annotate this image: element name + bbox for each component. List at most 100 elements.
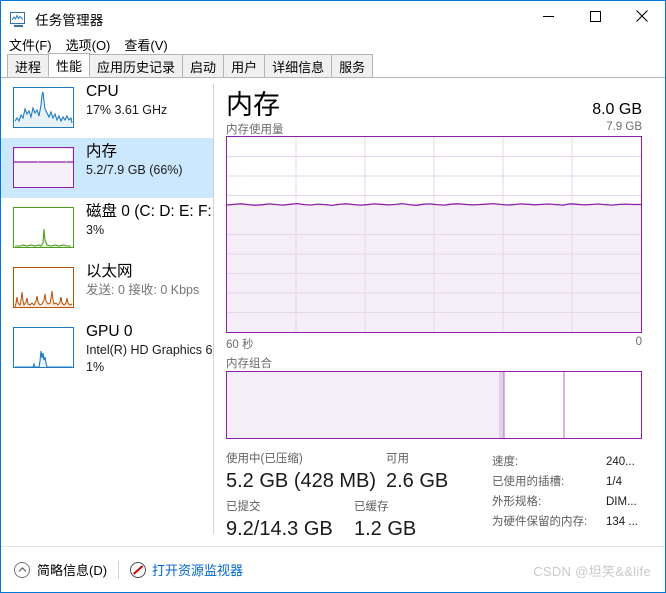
fewer-details-button[interactable]: 简略信息(D) bbox=[14, 560, 107, 579]
memory-composition-bar bbox=[226, 371, 642, 439]
sidebar-disk-title: 磁盘 0 (C: D: E: F: bbox=[86, 203, 212, 220]
tab-label: 应用历史记录 bbox=[97, 59, 176, 75]
sidebar-item-memory[interactable]: 内存 5.2/7.9 GB (66%) bbox=[1, 138, 213, 198]
minimize-button[interactable] bbox=[525, 1, 571, 31]
resource-monitor-icon bbox=[130, 561, 147, 578]
content-area: CPU 17% 3.61 GHz 内存 5.2/7.9 GB (66%) 磁盘 … bbox=[1, 78, 665, 588]
close-button[interactable] bbox=[619, 1, 665, 31]
usage-graph-ymax: 7.9 GB bbox=[606, 121, 642, 133]
value-available: 2.6 GB bbox=[386, 470, 449, 492]
sidebar-item-disk-0[interactable]: 磁盘 0 (C: D: E: F: 3% bbox=[1, 198, 213, 258]
sidebar-gpu-text: GPU 0 Intel(R) HD Graphics 6 1% bbox=[86, 322, 212, 376]
menu-view[interactable]: 查看(V) bbox=[124, 35, 167, 54]
usage-graph-x-left: 60 秒 bbox=[226, 339, 254, 351]
value-form-factor: DIM... bbox=[606, 496, 637, 508]
usage-graph-title: 内存使用量 bbox=[226, 124, 284, 136]
value-cached: 1.2 GB bbox=[354, 518, 417, 540]
sidebar-memory-title: 内存 bbox=[86, 143, 118, 160]
label-available: 可用 bbox=[386, 453, 409, 465]
tab-performance[interactable]: 性能 bbox=[48, 53, 91, 77]
sidebar-disk-sub: 3% bbox=[86, 223, 105, 237]
cpu-sparkline-icon bbox=[13, 87, 74, 128]
tab-details[interactable]: 详细信息 bbox=[264, 54, 333, 77]
sidebar-ethernet-title: 以太网 bbox=[86, 263, 133, 280]
fewer-details-label: 简略信息(D) bbox=[37, 563, 108, 578]
menu-options[interactable]: 选项(O) bbox=[66, 35, 111, 54]
stats-row-speed: 速度: 240... bbox=[492, 453, 665, 473]
ethernet-sparkline-icon bbox=[13, 267, 74, 308]
stats-row-hardware-reserved: 为硬件保留的内存: 134 ... bbox=[492, 513, 665, 533]
stats-row-form-factor: 外形规格: DIM... bbox=[492, 493, 665, 513]
memory-sparkline-icon bbox=[13, 147, 74, 188]
value-slots-used: 1/4 bbox=[606, 476, 622, 488]
sidebar-memory-sub: 5.2/7.9 GB (66%) bbox=[86, 163, 183, 177]
sidebar-gpu-usage: 1% bbox=[86, 360, 105, 374]
stats-row-slots: 已使用的插槽: 1/4 bbox=[492, 473, 665, 493]
composition-label-row: 内存组合 bbox=[226, 355, 642, 371]
tab-label: 详细信息 bbox=[272, 59, 325, 75]
sidebar-item-cpu[interactable]: CPU 17% 3.61 GHz bbox=[1, 78, 213, 138]
sidebar-memory-text: 内存 5.2/7.9 GB (66%) bbox=[86, 142, 183, 179]
label-speed: 速度: bbox=[492, 456, 519, 468]
tab-label: 性能 bbox=[56, 58, 83, 74]
label-slots-used: 已使用的插槽: bbox=[492, 476, 565, 488]
watermark-text: CSDN @坦笑&&life bbox=[533, 564, 651, 579]
sidebar-ethernet-text: 以太网 发送: 0 接收: 0 Kbps bbox=[86, 262, 199, 299]
tab-processes[interactable]: 进程 bbox=[7, 54, 50, 77]
resource-sidebar: CPU 17% 3.61 GHz 内存 5.2/7.9 GB (66%) 磁盘 … bbox=[1, 78, 213, 545]
total-memory-value: 8.0 GB bbox=[592, 101, 642, 118]
menu-bar: 文件(F) 选项(O) 查看(V) bbox=[1, 33, 665, 55]
status-separator bbox=[118, 560, 120, 579]
tab-services[interactable]: 服务 bbox=[331, 54, 374, 77]
usage-graph-labels: 内存使用量 7.9 GB bbox=[226, 121, 642, 137]
sidebar-disk-text: 磁盘 0 (C: D: E: F: 3% bbox=[86, 202, 212, 239]
tab-app-history[interactable]: 应用历史记录 bbox=[89, 54, 184, 77]
label-form-factor: 外形规格: bbox=[492, 496, 542, 508]
label-in-use: 使用中(已压缩) bbox=[226, 453, 303, 465]
usage-graph-axis: 60 秒 0 bbox=[226, 336, 642, 352]
stats-row-committed: 已提交 9.2/14.3 GB 已缓存 1.2 GB bbox=[226, 499, 484, 547]
task-manager-icon bbox=[10, 11, 27, 28]
tab-strip: 进程 性能 应用历史记录 启动 用户 详细信息 服务 bbox=[1, 53, 665, 78]
sidebar-cpu-text: CPU 17% 3.61 GHz bbox=[86, 82, 167, 119]
window-title: 任务管理器 bbox=[35, 13, 104, 28]
value-speed: 240... bbox=[606, 456, 635, 468]
tab-startup[interactable]: 启动 bbox=[182, 54, 225, 77]
page-title: 内存 bbox=[226, 90, 280, 120]
tab-label: 进程 bbox=[15, 59, 42, 75]
disk-sparkline-icon bbox=[13, 207, 74, 248]
status-bar: 简略信息(D) 打开资源监视器 CSDN @坦笑&&life bbox=[1, 546, 665, 592]
sidebar-gpu-model: Intel(R) HD Graphics 6 bbox=[86, 343, 213, 357]
tab-label: 服务 bbox=[339, 59, 366, 75]
tab-label: 用户 bbox=[231, 59, 258, 75]
tab-users[interactable]: 用户 bbox=[223, 54, 266, 77]
sidebar-cpu-sub: 17% 3.61 GHz bbox=[86, 103, 168, 117]
value-committed: 9.2/14.3 GB bbox=[226, 518, 333, 540]
maximize-button[interactable] bbox=[572, 1, 618, 31]
open-resource-monitor-link[interactable]: 打开资源监视器 bbox=[130, 560, 243, 579]
sidebar-ethernet-sub: 发送: 0 接收: 0 Kbps bbox=[86, 283, 200, 297]
sidebar-item-ethernet[interactable]: 以太网 发送: 0 接收: 0 Kbps bbox=[1, 258, 213, 318]
panel-header: 内存 8.0 GB bbox=[226, 88, 642, 122]
sidebar-splitter[interactable] bbox=[213, 84, 214, 534]
chevron-up-icon bbox=[14, 561, 30, 578]
menu-file[interactable]: 文件(F) bbox=[9, 35, 52, 54]
tab-label: 启动 bbox=[190, 59, 217, 75]
sidebar-gpu-title: GPU 0 bbox=[86, 323, 133, 340]
sidebar-cpu-title: CPU bbox=[86, 83, 119, 100]
sidebar-item-gpu-0[interactable]: GPU 0 Intel(R) HD Graphics 6 1% bbox=[1, 318, 213, 384]
label-hardware-reserved: 为硬件保留的内存: bbox=[492, 516, 588, 528]
stats-row-in-use: 使用中(已压缩) 5.2 GB (428 MB) 可用 2.6 GB bbox=[226, 451, 484, 499]
composition-title: 内存组合 bbox=[226, 358, 272, 370]
value-hardware-reserved: 134 ... bbox=[606, 516, 638, 528]
stats-right-column: 速度: 240... 已使用的插槽: 1/4 外形规格: DIM... 为硬件保… bbox=[492, 453, 665, 533]
title-bar: 任务管理器 bbox=[1, 1, 665, 37]
gpu-sparkline-icon bbox=[13, 327, 74, 368]
resource-monitor-label: 打开资源监视器 bbox=[152, 563, 244, 578]
task-manager-window: 任务管理器 文件(F) 选项(O) 查看(V) 进程 性能 应用历史记录 启动 … bbox=[0, 0, 666, 593]
label-cached: 已缓存 bbox=[354, 501, 389, 513]
value-in-use: 5.2 GB (428 MB) bbox=[226, 470, 377, 492]
memory-statistics: 使用中(已压缩) 5.2 GB (428 MB) 可用 2.6 GB 已提交 9… bbox=[226, 451, 665, 588]
memory-usage-graph bbox=[226, 136, 642, 333]
label-committed: 已提交 bbox=[226, 501, 261, 513]
